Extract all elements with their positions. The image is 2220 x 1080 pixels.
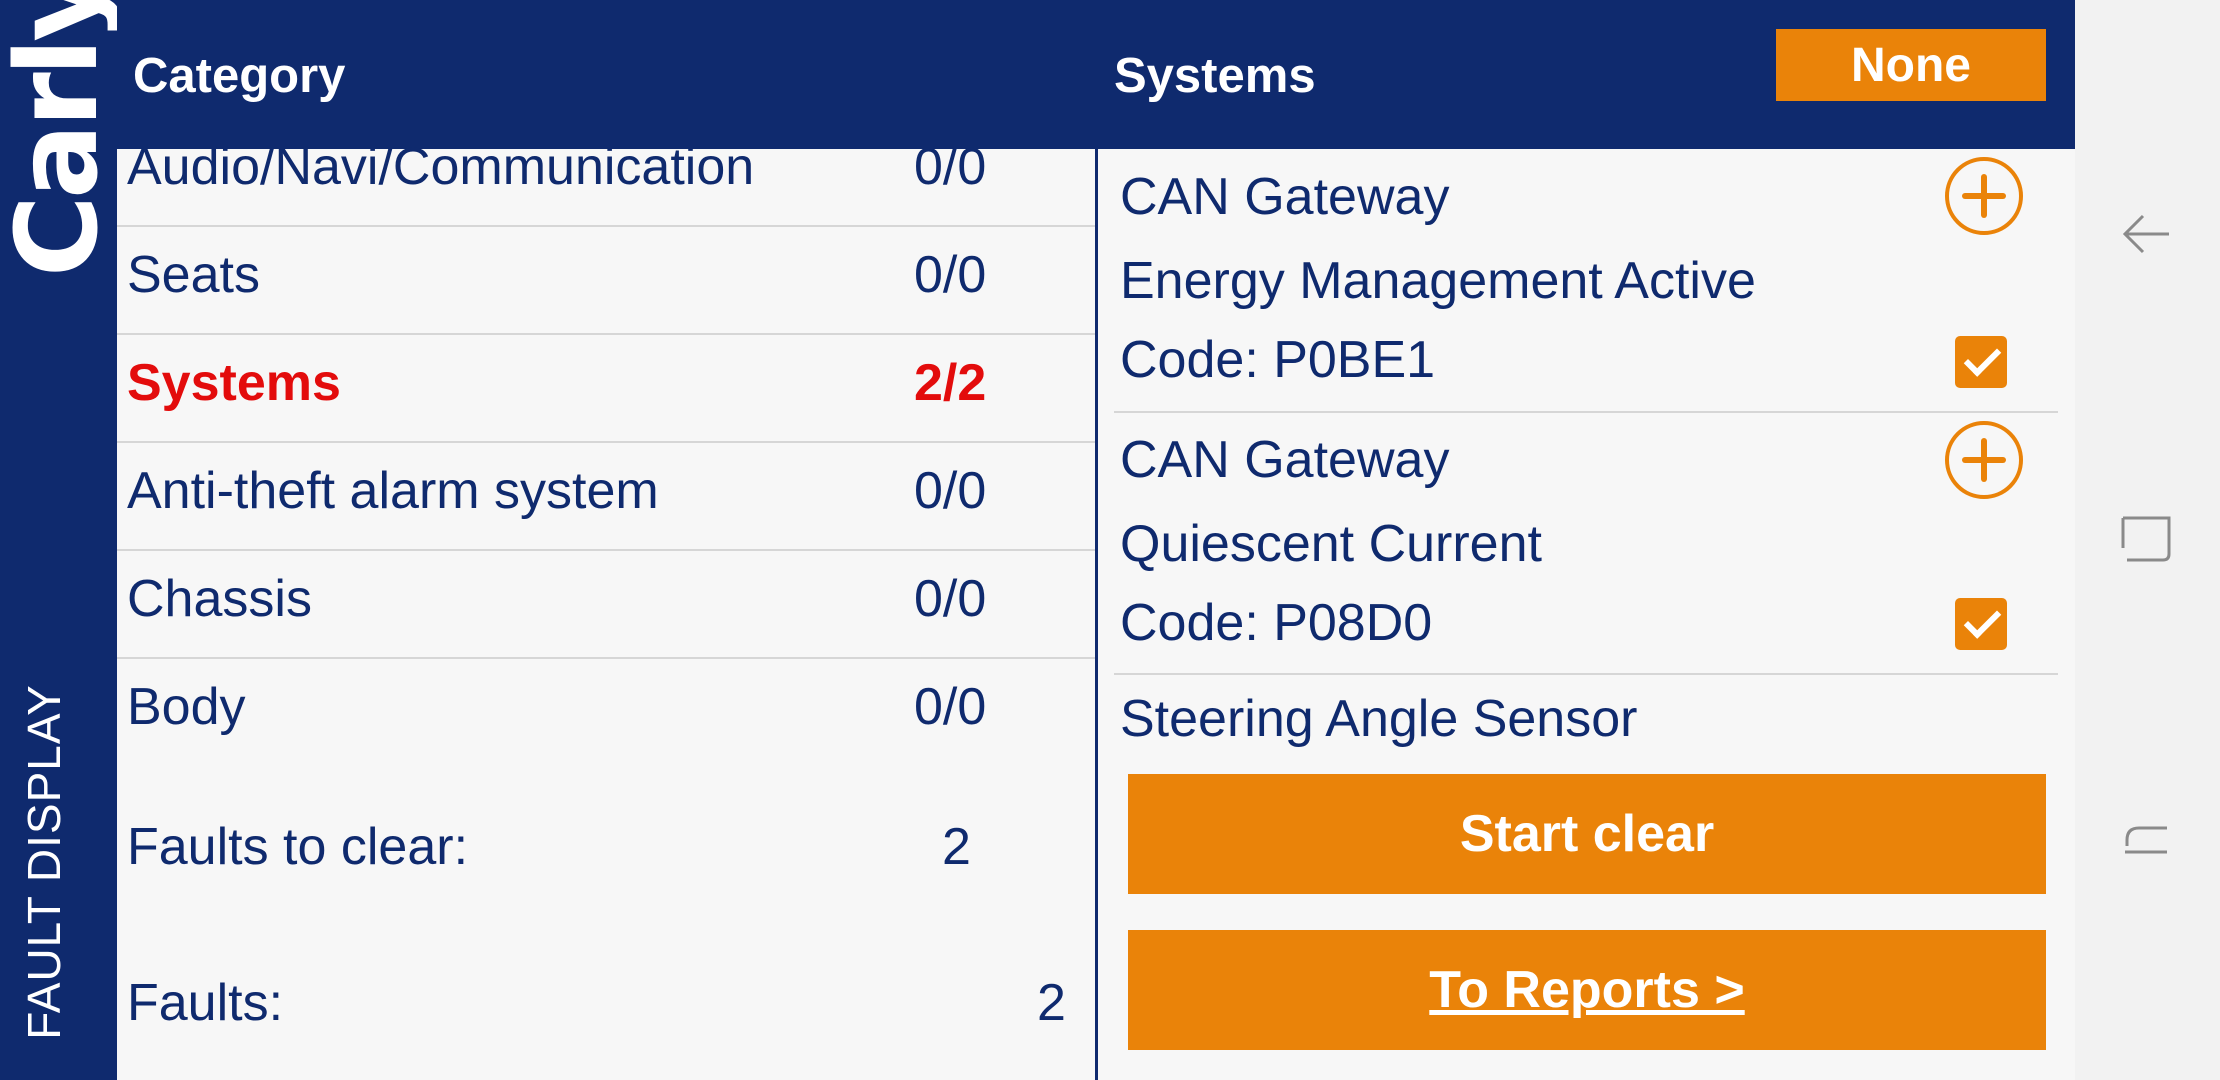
checkbox-checked-icon[interactable] xyxy=(1955,336,2007,388)
category-count: 0/0 xyxy=(914,570,987,628)
category-heading: Category xyxy=(133,49,346,103)
back-arrow-icon[interactable] xyxy=(2117,204,2177,264)
fault-code: Code: P08D0 xyxy=(1120,594,1433,652)
start-clear-button[interactable]: Start clear xyxy=(1128,774,2046,894)
fault-code: Code: P0BE1 xyxy=(1120,331,1436,389)
category-name: Systems xyxy=(127,354,341,412)
category-row-audio[interactable]: Audio/Navi/Communication 0/0 xyxy=(117,119,1096,227)
recent-apps-icon[interactable] xyxy=(2117,812,2177,872)
category-count: 0/0 xyxy=(914,678,987,736)
category-name: Audio/Navi/Communication xyxy=(127,138,755,196)
next-fault-module: Steering Angle Sensor xyxy=(1120,690,1638,748)
category-count: 0/0 xyxy=(914,138,987,196)
fault-module: CAN Gateway xyxy=(1120,168,1450,226)
fault-separator xyxy=(1114,411,2058,413)
category-row-anti-theft[interactable]: Anti-theft alarm system 0/0 xyxy=(117,443,1096,551)
sidebar: Carly FAULT DISPLAY xyxy=(0,0,123,1080)
systems-panel: CAN Gateway Energy Management Active Cod… xyxy=(1098,149,2075,1080)
checkbox-checked-icon[interactable] xyxy=(1955,598,2007,650)
category-row-chassis[interactable]: Chassis 0/0 xyxy=(117,551,1096,659)
system-navbar xyxy=(2075,0,2220,1080)
category-row-body[interactable]: Body 0/0 xyxy=(117,659,1096,765)
fault-description: Quiescent Current xyxy=(1120,515,1542,573)
fault-description: Energy Management Active xyxy=(1120,252,1756,310)
category-count: 0/0 xyxy=(914,462,987,520)
to-reports-label: To Reports > xyxy=(1429,961,1745,1019)
to-reports-button[interactable]: To Reports > xyxy=(1128,930,2046,1050)
plus-circle-icon[interactable] xyxy=(1945,157,2023,235)
category-row-seats[interactable]: Seats 0/0 xyxy=(117,227,1096,335)
fault-module: CAN Gateway xyxy=(1120,431,1450,489)
category-name: Anti-theft alarm system xyxy=(127,462,659,520)
category-count: 0/0 xyxy=(914,246,987,304)
category-name: Chassis xyxy=(127,570,312,628)
fault-separator xyxy=(1114,673,2058,675)
category-name: Body xyxy=(127,678,246,736)
category-panel: Audio/Navi/Communication 0/0 Seats 0/0 S… xyxy=(117,138,1096,1080)
category-row-systems[interactable]: Systems 2/2 xyxy=(117,335,1096,443)
section-label: FAULT DISPLAY xyxy=(18,684,70,1040)
systems-heading: Systems xyxy=(1114,49,1316,103)
none-filter-button[interactable]: None xyxy=(1776,29,2046,101)
faults-label: Faults: xyxy=(127,974,284,1032)
faults-value: 2 xyxy=(1037,974,1066,1032)
category-count: 2/2 xyxy=(914,354,987,412)
category-name: Seats xyxy=(127,246,260,304)
carly-logo: Carly xyxy=(0,0,123,278)
faults-to-clear-label: Faults to clear: xyxy=(127,818,469,876)
faults-to-clear-value: 2 xyxy=(942,818,971,876)
plus-circle-icon[interactable] xyxy=(1945,421,2023,499)
home-square-icon[interactable] xyxy=(2117,508,2177,568)
